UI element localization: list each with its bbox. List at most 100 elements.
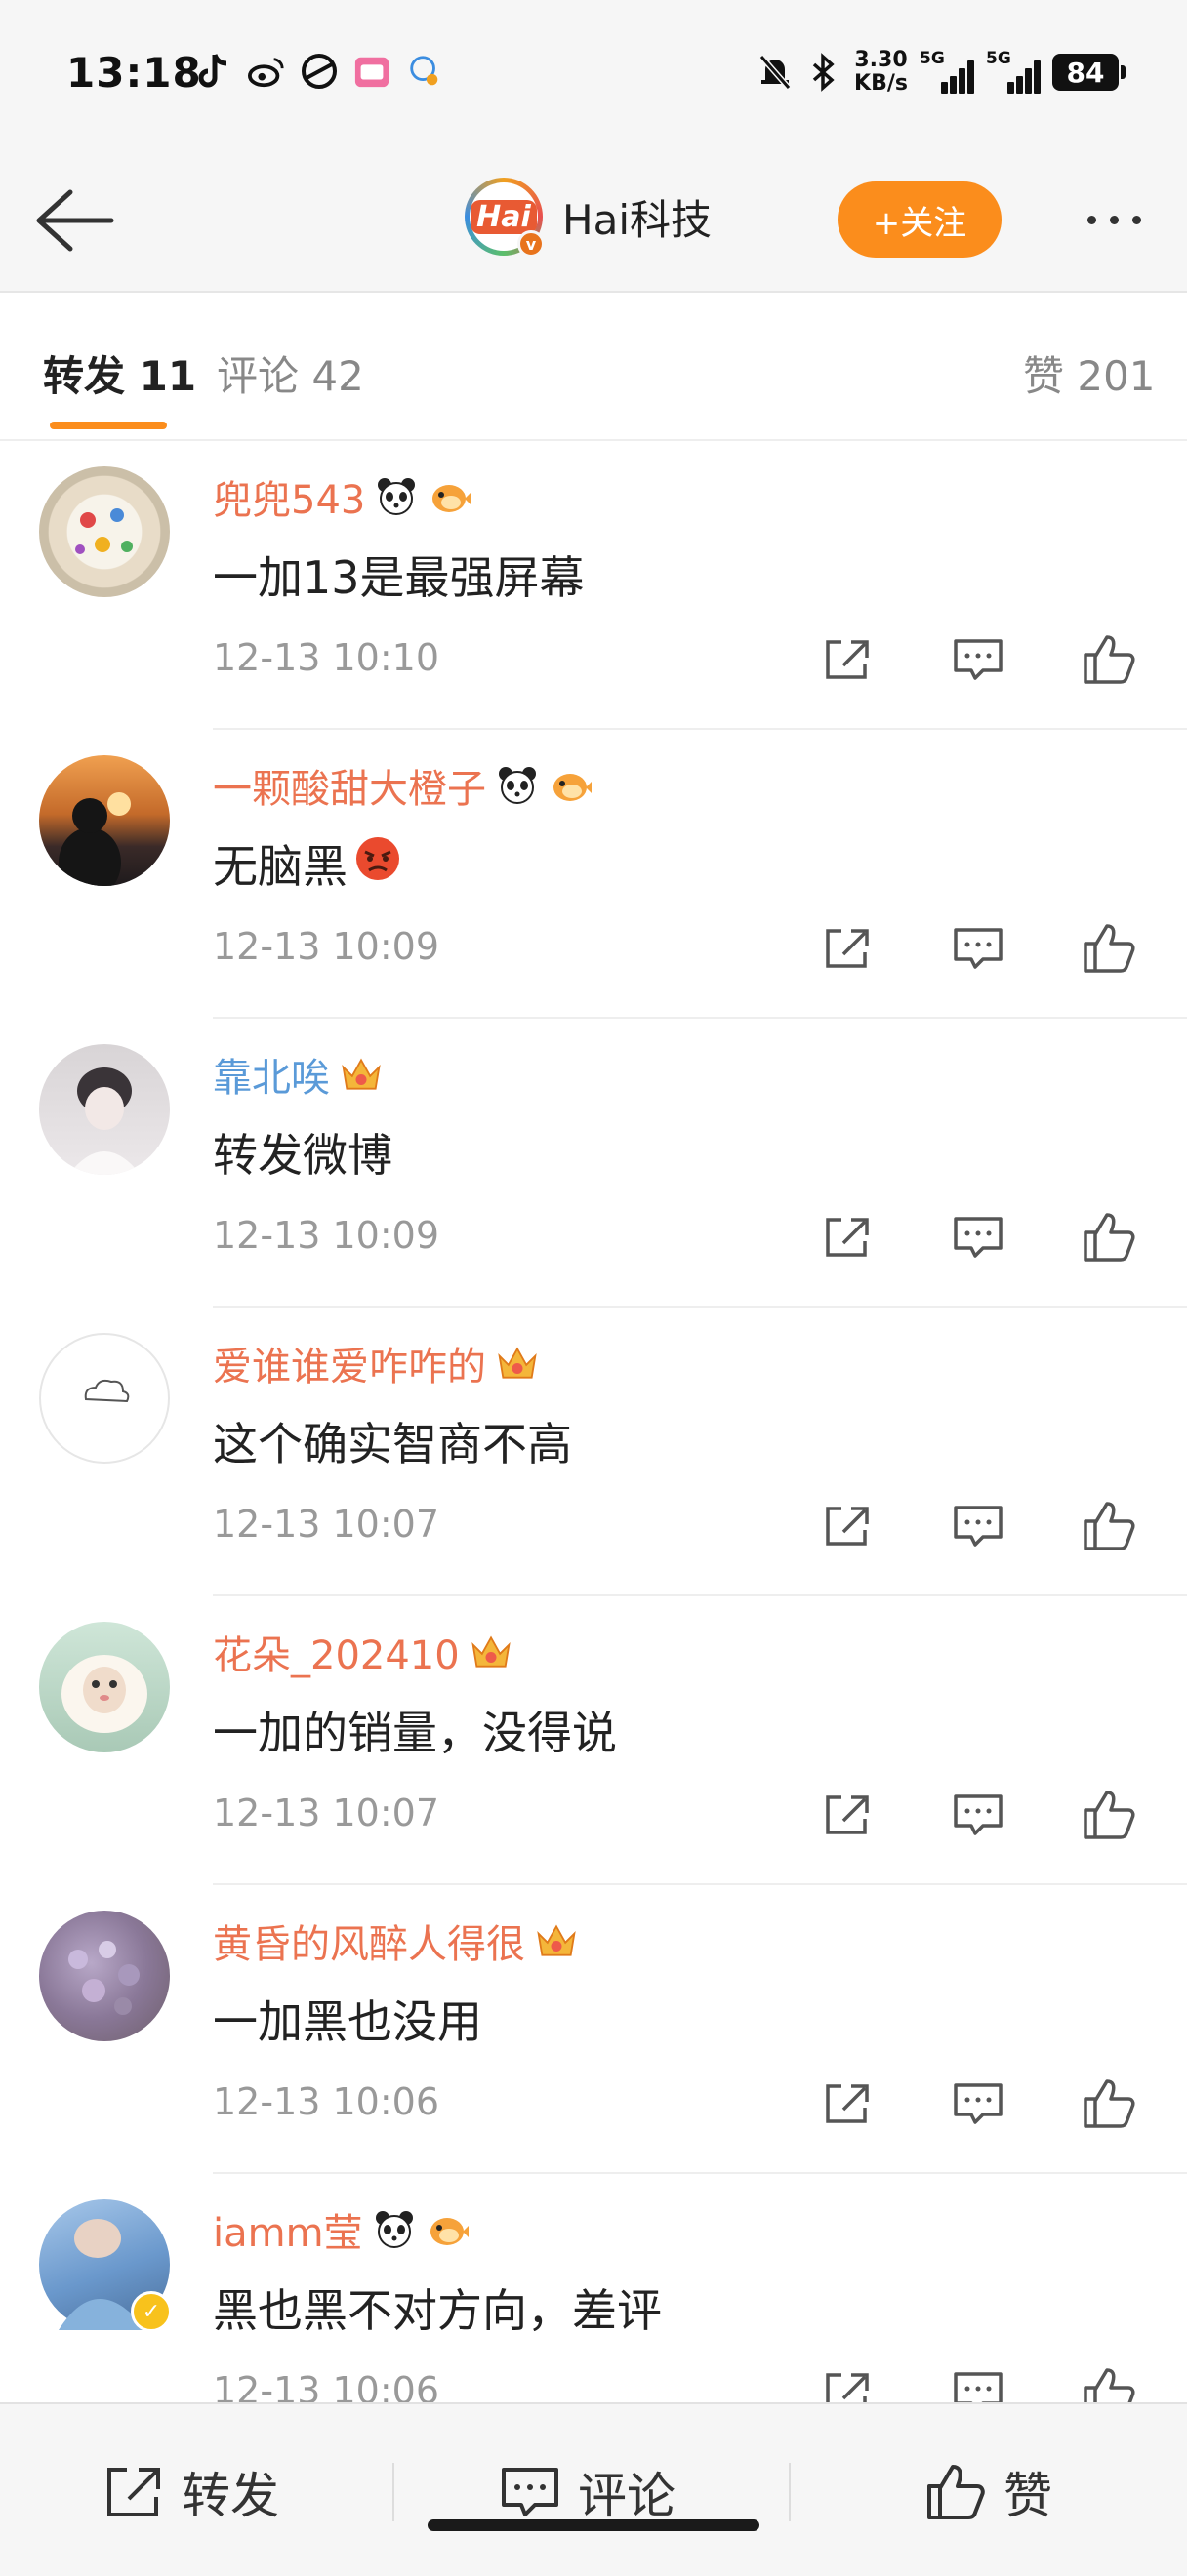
share-button[interactable] bbox=[818, 1210, 877, 1265]
username[interactable]: 花朵_202410 bbox=[213, 1624, 512, 1680]
username[interactable]: 黄昏的风醉人得很 bbox=[213, 1912, 578, 1969]
signal-strength-sim2: 5G bbox=[986, 49, 1041, 94]
username-text[interactable]: 靠北唉 bbox=[213, 1046, 330, 1103]
username-text[interactable]: 爱谁谁爱咋咋的 bbox=[213, 1335, 486, 1391]
username-text[interactable]: 一颗酸甜大橙子 bbox=[213, 757, 486, 814]
avatar[interactable] bbox=[39, 466, 170, 597]
share-icon bbox=[826, 640, 869, 679]
like-button[interactable] bbox=[1080, 2365, 1138, 2402]
share-icon bbox=[826, 1795, 869, 1834]
comment-button[interactable] bbox=[949, 1499, 1007, 1553]
signal-strength-sim1: 5G bbox=[920, 49, 974, 94]
item-actions bbox=[818, 2365, 1138, 2402]
account-avatar[interactable]: Hai v bbox=[465, 178, 545, 258]
verified-badge: ✓ bbox=[131, 2291, 172, 2332]
comment-text: 这个确实智商不高 bbox=[213, 1409, 572, 1473]
share-button[interactable] bbox=[818, 2365, 877, 2402]
comment-button[interactable] bbox=[949, 1210, 1007, 1265]
timestamp: 12-13 10:09 bbox=[213, 1214, 440, 1257]
avatar[interactable] bbox=[39, 1622, 170, 1752]
comment-text: 一加黑也没用 bbox=[213, 1987, 482, 2051]
like-button[interactable] bbox=[1080, 1788, 1138, 1842]
like-action-button[interactable]: 赞 bbox=[925, 2453, 1052, 2531]
comment-icon bbox=[954, 1506, 1003, 1547]
comment-text-value: 这个确实智商不高 bbox=[213, 1418, 572, 1470]
mute-bell-icon bbox=[757, 54, 794, 91]
share-button[interactable] bbox=[818, 632, 877, 687]
more-options-button[interactable] bbox=[1070, 185, 1158, 254]
comment-button[interactable] bbox=[949, 2365, 1007, 2402]
timestamp: 12-13 10:09 bbox=[213, 925, 440, 968]
username[interactable]: 靠北唉 bbox=[213, 1046, 383, 1103]
tab-like[interactable]: 赞 201 bbox=[1023, 343, 1156, 403]
list-item: 黄昏的风醉人得很 一加黑也没用 12-13 10:06 bbox=[0, 1885, 1187, 2174]
thumbs-up-icon bbox=[1084, 2079, 1135, 2128]
crown-icon bbox=[470, 1630, 512, 1673]
ball-app-icon bbox=[301, 53, 338, 90]
like-button[interactable] bbox=[1080, 2076, 1138, 2131]
share-button[interactable] bbox=[818, 1499, 877, 1553]
pufferfish-icon bbox=[549, 764, 592, 807]
pufferfish-icon bbox=[428, 475, 471, 518]
list-item: 花朵_202410 一加的销量，没得说 12-13 10:07 bbox=[0, 1596, 1187, 1885]
avatar[interactable] bbox=[39, 1333, 170, 1464]
comment-text-value: 转发微博 bbox=[213, 1129, 392, 1182]
share-icon bbox=[826, 929, 869, 968]
crown-icon bbox=[340, 1053, 383, 1096]
username-text[interactable]: 黄昏的风醉人得很 bbox=[213, 1912, 525, 1969]
crown-icon bbox=[535, 1919, 578, 1962]
share-icon bbox=[826, 2084, 869, 2123]
username[interactable]: 兜兜543 bbox=[213, 468, 471, 525]
username[interactable]: iamm莹 bbox=[213, 2201, 469, 2258]
comment-text-value: 黑也黑不对方向，差评 bbox=[213, 2284, 662, 2337]
home-indicator[interactable] bbox=[428, 2519, 759, 2531]
comment-button[interactable] bbox=[949, 921, 1007, 976]
like-button[interactable] bbox=[1080, 1210, 1138, 1265]
repost-button[interactable]: 转发 bbox=[103, 2453, 279, 2531]
avatar[interactable] bbox=[39, 1911, 170, 2041]
comment-text: 一加的销量，没得说 bbox=[213, 1698, 617, 1762]
tab-comment[interactable]: 评论 42 bbox=[217, 343, 364, 403]
username-text[interactable]: 兜兜543 bbox=[213, 468, 365, 525]
back-button[interactable] bbox=[29, 181, 117, 260]
like-button[interactable] bbox=[1080, 632, 1138, 687]
repost-label: 转发 bbox=[182, 2468, 279, 2524]
item-actions bbox=[818, 921, 1138, 976]
angry-face-emoji bbox=[353, 834, 402, 894]
pufferfish-icon bbox=[426, 2208, 469, 2251]
status-time: 13:18 bbox=[66, 49, 202, 97]
account-name[interactable]: Hai科技 bbox=[562, 187, 712, 247]
like-button[interactable] bbox=[1080, 1499, 1138, 1553]
bilibili-icon bbox=[353, 53, 390, 90]
item-actions bbox=[818, 632, 1138, 687]
username-text[interactable]: iamm莹 bbox=[213, 2201, 363, 2258]
status-app-icons bbox=[195, 53, 443, 90]
comment-text: 一加13是最强屏幕 bbox=[213, 543, 585, 607]
comment-button[interactable] bbox=[949, 2076, 1007, 2131]
username[interactable]: 爱谁谁爱咋咋的 bbox=[213, 1335, 539, 1391]
comment-text: 无脑黑 bbox=[213, 831, 402, 896]
panda-icon bbox=[373, 2208, 416, 2251]
comment-text: 黑也黑不对方向，差评 bbox=[213, 2275, 662, 2340]
tab-repost[interactable]: 转发 11 bbox=[43, 343, 196, 403]
comment-icon bbox=[954, 2372, 1003, 2402]
comment-text-value: 一加的销量，没得说 bbox=[213, 1707, 617, 1759]
avatar[interactable]: ✓ bbox=[39, 2199, 172, 2332]
comment-button[interactable] bbox=[949, 632, 1007, 687]
comment-text-value: 无脑黑 bbox=[213, 840, 348, 893]
page-header: Hai v Hai科技 +关注 bbox=[0, 146, 1187, 293]
like-button[interactable] bbox=[1080, 921, 1138, 976]
avatar[interactable] bbox=[39, 755, 170, 886]
share-button[interactable] bbox=[818, 1788, 877, 1842]
account-info[interactable]: Hai v Hai科技 bbox=[465, 178, 712, 258]
username[interactable]: 一颗酸甜大橙子 bbox=[213, 757, 592, 814]
follow-button[interactable]: +关注 bbox=[838, 181, 1002, 258]
comment-button[interactable] bbox=[949, 1788, 1007, 1842]
item-actions bbox=[818, 1210, 1138, 1265]
comment-text-value: 一加13是最强屏幕 bbox=[213, 551, 585, 604]
username-text[interactable]: 花朵_202410 bbox=[213, 1624, 460, 1680]
share-button[interactable] bbox=[818, 921, 877, 976]
chat-bubble-app-icon bbox=[406, 53, 443, 90]
avatar[interactable] bbox=[39, 1044, 170, 1175]
share-button[interactable] bbox=[818, 2076, 877, 2131]
